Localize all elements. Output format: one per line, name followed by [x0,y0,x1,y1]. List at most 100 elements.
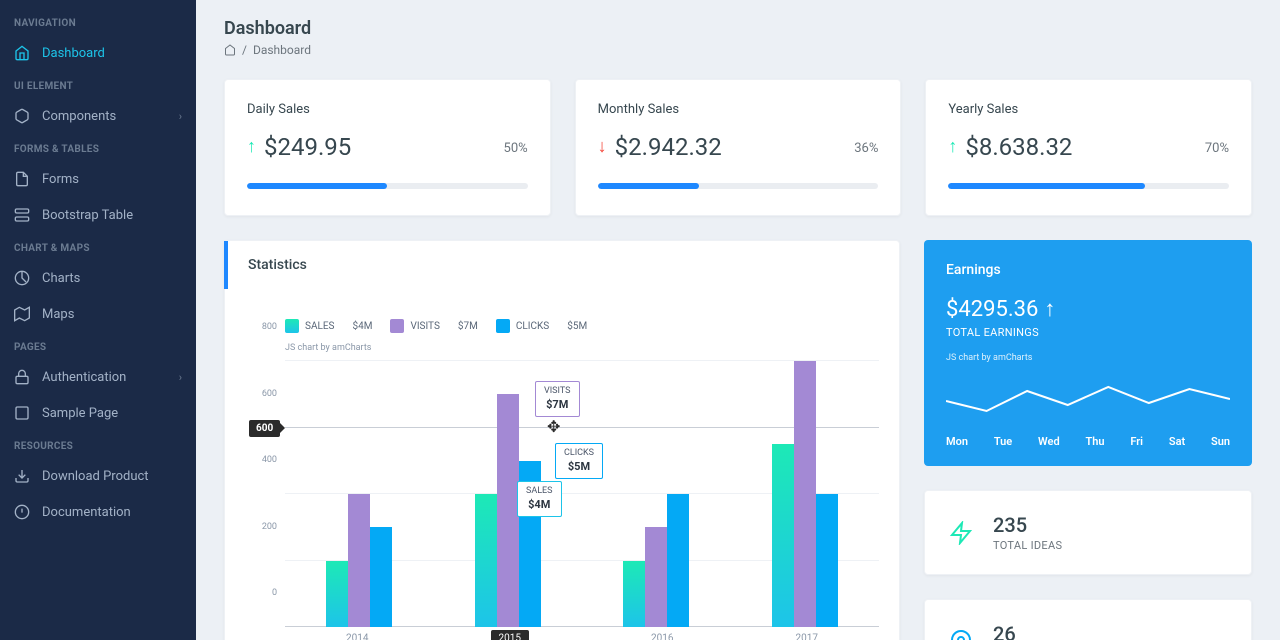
download-icon [14,468,30,484]
bolt-icon [947,519,975,547]
chart-cursor-badge: 600 [249,420,280,437]
legend-value: $7M [458,321,478,332]
map-icon [14,306,30,322]
earnings-sub: TOTAL EARNINGS [946,326,1230,339]
stat-pct: 36% [854,141,878,156]
bar-clicks[interactable] [370,527,392,627]
sidebar-item-sample-page[interactable]: Sample Page [0,395,196,431]
arrow-up-icon: ↑ [247,138,256,156]
earnings-days: MonTueWedThuFriSatSun [946,435,1230,448]
sidebar-section-pages: PAGES [0,332,196,359]
legend-item[interactable]: CLICKS [496,319,549,333]
chart-xaxis: 2014201520162017 [285,627,879,640]
bar-sales[interactable] [326,561,348,628]
sidebar-item-documentation[interactable]: Documentation [0,494,196,530]
chevron-right-icon: › [179,371,182,384]
bar-visits[interactable] [348,494,370,627]
stat-pct: 70% [1205,141,1229,156]
info-label: TOTAL IDEAS [993,539,1062,552]
info-card: 235 TOTAL IDEAS [924,490,1252,575]
chart-xlabel: 2016 [651,627,673,640]
progress-bar [948,183,1144,189]
earnings-card: Earnings $4295.36 ↑ TOTAL EARNINGS JS ch… [924,240,1252,466]
sidebar-item-label: Sample Page [42,406,118,421]
earnings-title: Earnings [946,262,1230,278]
chart-xlabel: 2014 [346,627,368,640]
bar-group[interactable] [769,361,841,627]
legend-label: VISITS [410,321,439,332]
legend-item[interactable]: SALES [285,319,334,333]
chart-credit: JS chart by amCharts [285,343,879,353]
arrow-up-icon: ↑ [948,138,957,156]
bar-group[interactable] [620,494,692,627]
earnings-day: Thu [1085,435,1104,448]
earnings-day: Fri [1130,435,1143,448]
chart-ytick: 800 [262,322,277,332]
chart-tooltip-visits: VISITS$7M [535,381,580,417]
stat-amount: $249.95 [264,133,351,161]
info-num: 26 [993,622,1092,640]
stat-value: ↓ $2.942.32 [598,133,722,161]
stat-card: Daily Sales ↑ $249.95 50% [224,79,551,216]
statistics-panel: Statistics SALES$4MVISITS$7MCLICKS$5M JS… [224,240,900,640]
progress-track [598,183,879,189]
bar-sales[interactable] [475,494,497,627]
breadcrumb: / Dashboard [224,43,1252,57]
sidebar-item-label: Charts [42,271,80,286]
sidebar-item-download[interactable]: Download Product [0,458,196,494]
home-icon [14,45,30,61]
legend-swatch [285,319,299,333]
sidebar-item-forms[interactable]: Forms [0,161,196,197]
stat-card: Monthly Sales ↓ $2.942.32 36% [575,79,902,216]
home-icon[interactable] [224,44,236,56]
stat-amount: $2.942.32 [615,133,722,161]
earnings-day: Tue [994,435,1012,448]
bar-sales[interactable] [772,444,794,627]
sidebar-item-label: Dashboard [42,46,105,61]
sidebar-item-bootstrap-table[interactable]: Bootstrap Table [0,197,196,233]
sidebar-section-navigation: NAVIGATION [0,8,196,35]
stat-amount: $8.638.32 [965,133,1072,161]
chevron-right-icon: › [179,110,182,123]
bar-visits[interactable] [794,361,816,627]
chart-tooltip-clicks: CLICKS$5M [555,443,603,479]
main: Dashboard / Dashboard Daily Sales ↑ $249… [196,0,1280,640]
server-icon [14,207,30,223]
earnings-day: Mon [946,435,968,448]
pin-icon [947,628,975,640]
bar-clicks[interactable] [816,494,838,627]
statistics-chart[interactable]: 02004006008002014201520162017600VISITS$7… [245,361,879,640]
bar-sales[interactable] [623,561,645,628]
stat-card-title: Yearly Sales [948,102,1229,117]
breadcrumb-sep: / [242,43,247,57]
earnings-sparkline [946,373,1230,423]
stat-pct: 50% [504,141,528,156]
chart-bars [285,361,879,627]
progress-bar [247,183,387,189]
sidebar-item-charts[interactable]: Charts [0,260,196,296]
stat-card-title: Monthly Sales [598,102,879,117]
arrow-down-icon: ↓ [598,138,607,156]
chart-xlabel: 2017 [796,627,818,640]
earnings-value: $4295.36 ↑ [946,296,1230,322]
sidebar: NAVIGATION Dashboard UI ELEMENT Componen… [0,0,196,640]
stat-card: Yearly Sales ↑ $8.638.32 70% [925,79,1252,216]
stat-cards-row: Daily Sales ↑ $249.95 50% Monthly Sales … [224,79,1252,216]
sidebar-item-components[interactable]: Components › [0,98,196,134]
bar-clicks[interactable] [667,494,689,627]
sidebar-item-dashboard[interactable]: Dashboard [0,35,196,71]
bar-group[interactable] [323,494,395,627]
bar-visits[interactable] [645,527,667,627]
sidebar-section-forms: FORMS & TABLES [0,134,196,161]
page-icon [14,405,30,421]
stat-card-title: Daily Sales [247,102,528,117]
legend-item[interactable]: VISITS [390,319,439,333]
legend-swatch [496,319,510,333]
sidebar-item-authentication[interactable]: Authentication › [0,359,196,395]
sidebar-item-maps[interactable]: Maps [0,296,196,332]
bar-visits[interactable] [497,394,519,627]
page-header: Dashboard / Dashboard [196,0,1280,57]
progress-bar [598,183,699,189]
sidebar-item-label: Forms [42,172,79,187]
file-icon [14,171,30,187]
